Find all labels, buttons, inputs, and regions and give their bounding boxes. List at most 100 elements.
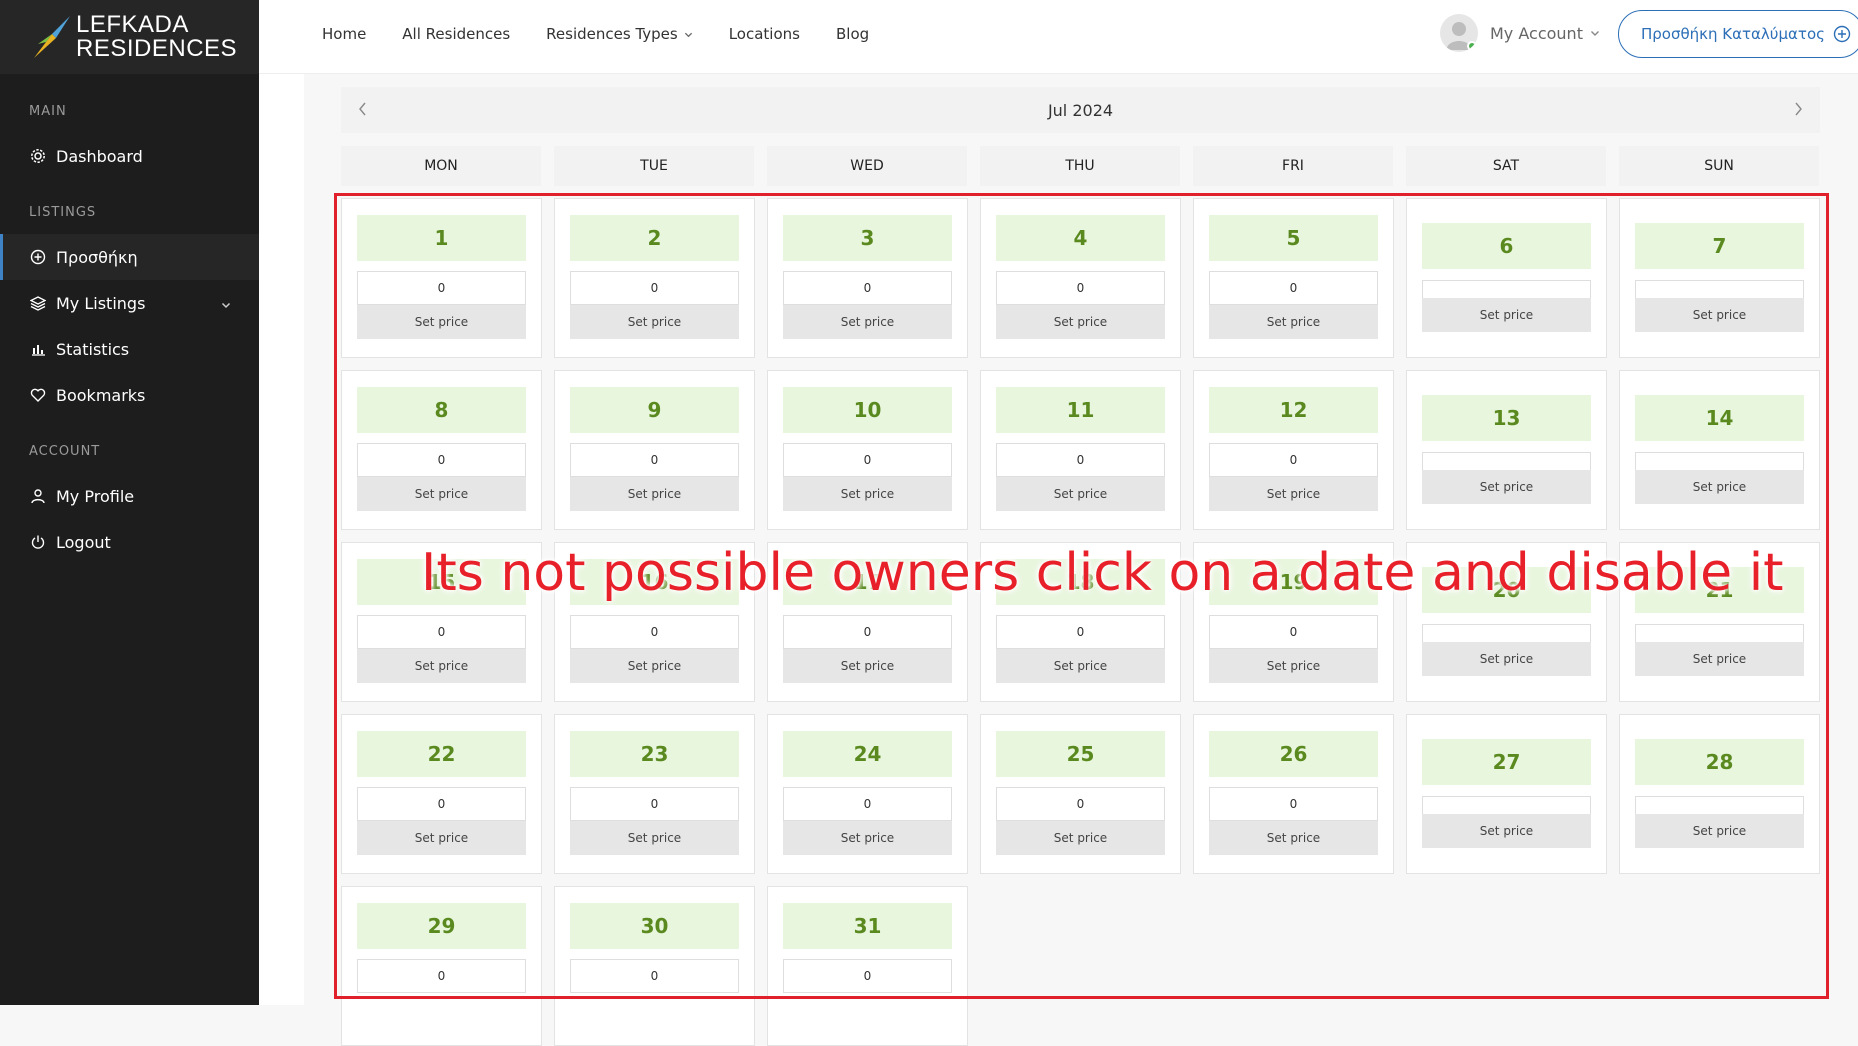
calendar-day-cell[interactable]: 27 Set price — [1406, 714, 1607, 874]
calendar-day-cell[interactable]: 12 0 Set price — [1193, 370, 1394, 530]
set-price-button[interactable]: Set price — [570, 649, 739, 683]
set-price-button[interactable]: Set price — [357, 305, 526, 339]
day-number[interactable]: 22 — [357, 731, 526, 777]
set-price-button[interactable]: Set price — [570, 305, 739, 339]
set-price-button[interactable]: Set price — [1422, 814, 1591, 848]
set-price-button[interactable]: Set price — [1635, 642, 1804, 676]
day-price-field[interactable]: 0 — [570, 615, 739, 649]
day-number[interactable]: 27 — [1422, 739, 1591, 785]
day-price-field[interactable]: 0 — [996, 615, 1165, 649]
set-price-button[interactable]: Set price — [783, 477, 952, 511]
set-price-button[interactable]: Set price — [783, 649, 952, 683]
day-number[interactable]: 17 — [783, 559, 952, 605]
day-price-field[interactable] — [1422, 280, 1591, 300]
set-price-button[interactable]: Set price — [783, 305, 952, 339]
calendar-day-cell[interactable]: 5 0 Set price — [1193, 198, 1394, 358]
day-price-field[interactable]: 0 — [1209, 615, 1378, 649]
calendar-day-cell[interactable]: 22 0 Set price — [341, 714, 542, 874]
calendar-day-cell[interactable]: 24 0 Set price — [767, 714, 968, 874]
nav-all-residences[interactable]: All Residences — [402, 25, 510, 43]
day-number[interactable]: 2 — [570, 215, 739, 261]
day-price-field[interactable] — [1422, 624, 1591, 644]
day-price-field[interactable]: 0 — [783, 443, 952, 477]
day-number[interactable]: 5 — [1209, 215, 1378, 261]
calendar-day-cell[interactable]: 13 Set price — [1406, 370, 1607, 530]
day-number[interactable]: 12 — [1209, 387, 1378, 433]
day-number[interactable]: 8 — [357, 387, 526, 433]
calendar-day-cell[interactable]: 9 0 Set price — [554, 370, 755, 530]
day-number[interactable]: 24 — [783, 731, 952, 777]
calendar-day-cell[interactable]: 2 0Set price — [554, 198, 755, 358]
day-number[interactable]: 16 — [570, 559, 739, 605]
set-price-button[interactable]: Set price — [1209, 305, 1378, 339]
calendar-day-cell[interactable]: 11 0 Set price — [980, 370, 1181, 530]
day-number[interactable]: 30 — [570, 903, 739, 949]
day-price-field[interactable] — [1422, 796, 1591, 816]
prev-month-icon[interactable] — [357, 101, 369, 121]
day-number[interactable]: 1 — [357, 215, 526, 261]
day-number[interactable]: 13 — [1422, 395, 1591, 441]
day-number[interactable]: 15 — [357, 559, 526, 605]
calendar-day-cell[interactable]: 28 Set price — [1619, 714, 1820, 874]
day-price-field[interactable]: 0 — [996, 443, 1165, 477]
day-number[interactable]: 31 — [783, 903, 952, 949]
day-number[interactable]: 29 — [357, 903, 526, 949]
day-price-field[interactable]: 0 — [783, 959, 952, 993]
calendar-day-cell[interactable]: 16 0 Set price — [554, 542, 755, 702]
calendar-day-cell[interactable]: 1 0 Set price — [341, 198, 542, 358]
day-number[interactable]: 28 — [1635, 739, 1804, 785]
sidebar-item-add[interactable]: Προσθήκη — [0, 234, 259, 280]
day-price-field[interactable]: 0 — [996, 271, 1165, 305]
set-price-button[interactable]: Set price — [996, 477, 1165, 511]
set-price-button[interactable]: Set price — [1422, 298, 1591, 332]
day-price-field[interactable]: 0 — [783, 615, 952, 649]
set-price-button[interactable]: Set price — [1422, 642, 1591, 676]
sidebar-item-logout[interactable]: Logout — [0, 519, 259, 565]
day-price-field[interactable]: 0 — [357, 443, 526, 477]
calendar-day-cell[interactable]: 7 Set price — [1619, 198, 1820, 358]
sidebar-item-my-listings[interactable]: My Listings — [0, 280, 259, 326]
calendar-day-cell[interactable]: 10 0 Set price — [767, 370, 968, 530]
calendar-day-cell[interactable]: 14 Set price — [1619, 370, 1820, 530]
my-account-menu[interactable]: My Account — [1440, 14, 1600, 52]
next-month-icon[interactable] — [1792, 101, 1804, 121]
set-price-button[interactable]: Set price — [1209, 649, 1378, 683]
day-price-field[interactable]: 0 — [357, 787, 526, 821]
day-number[interactable]: 9 — [570, 387, 739, 433]
day-price-field[interactable]: 0 — [1209, 271, 1378, 305]
calendar-day-cell[interactable]: 15 0 Set price — [341, 542, 542, 702]
calendar-day-cell[interactable]: 23 0 Set price — [554, 714, 755, 874]
calendar-day-cell[interactable]: 30 0 — [554, 886, 755, 1046]
set-price-button[interactable]: Set price — [1635, 814, 1804, 848]
sidebar-item-statistics[interactable]: Statistics — [0, 326, 259, 372]
day-price-field[interactable] — [1635, 452, 1804, 472]
nav-blog[interactable]: Blog — [836, 25, 869, 43]
day-number[interactable]: 18 — [996, 559, 1165, 605]
day-price-field[interactable] — [1422, 452, 1591, 472]
calendar-day-cell[interactable]: 19 0 Set price — [1193, 542, 1394, 702]
calendar-day-cell[interactable]: 21 Set price — [1619, 542, 1820, 702]
calendar-day-cell[interactable]: 25 0 Set price — [980, 714, 1181, 874]
day-number[interactable]: 6 — [1422, 223, 1591, 269]
set-price-button[interactable]: Set price — [1209, 821, 1378, 855]
sidebar-item-bookmarks[interactable]: Bookmarks — [0, 372, 259, 418]
day-number[interactable]: 23 — [570, 731, 739, 777]
day-price-field[interactable] — [1635, 624, 1804, 644]
set-price-button[interactable]: Set price — [357, 649, 526, 683]
day-number[interactable]: 3 — [783, 215, 952, 261]
day-price-field[interactable]: 0 — [570, 959, 739, 993]
set-price-button[interactable]: Set price — [570, 477, 739, 511]
day-price-field[interactable] — [1635, 280, 1804, 300]
nav-locations[interactable]: Locations — [729, 25, 800, 43]
calendar-day-cell[interactable]: 6 Set price — [1406, 198, 1607, 358]
day-price-field[interactable]: 0 — [357, 615, 526, 649]
set-price-button[interactable]: Set price — [783, 821, 952, 855]
day-price-field[interactable]: 0 — [1209, 443, 1378, 477]
add-listing-button[interactable]: Προσθήκη Καταλύματος — [1618, 10, 1858, 58]
set-price-button[interactable]: Set price — [996, 821, 1165, 855]
nav-residences-types[interactable]: Residences Types — [546, 25, 693, 43]
day-number[interactable]: 19 — [1209, 559, 1378, 605]
day-number[interactable]: 11 — [996, 387, 1165, 433]
sidebar-item-my-profile[interactable]: My Profile — [0, 473, 259, 519]
day-number[interactable]: 26 — [1209, 731, 1378, 777]
